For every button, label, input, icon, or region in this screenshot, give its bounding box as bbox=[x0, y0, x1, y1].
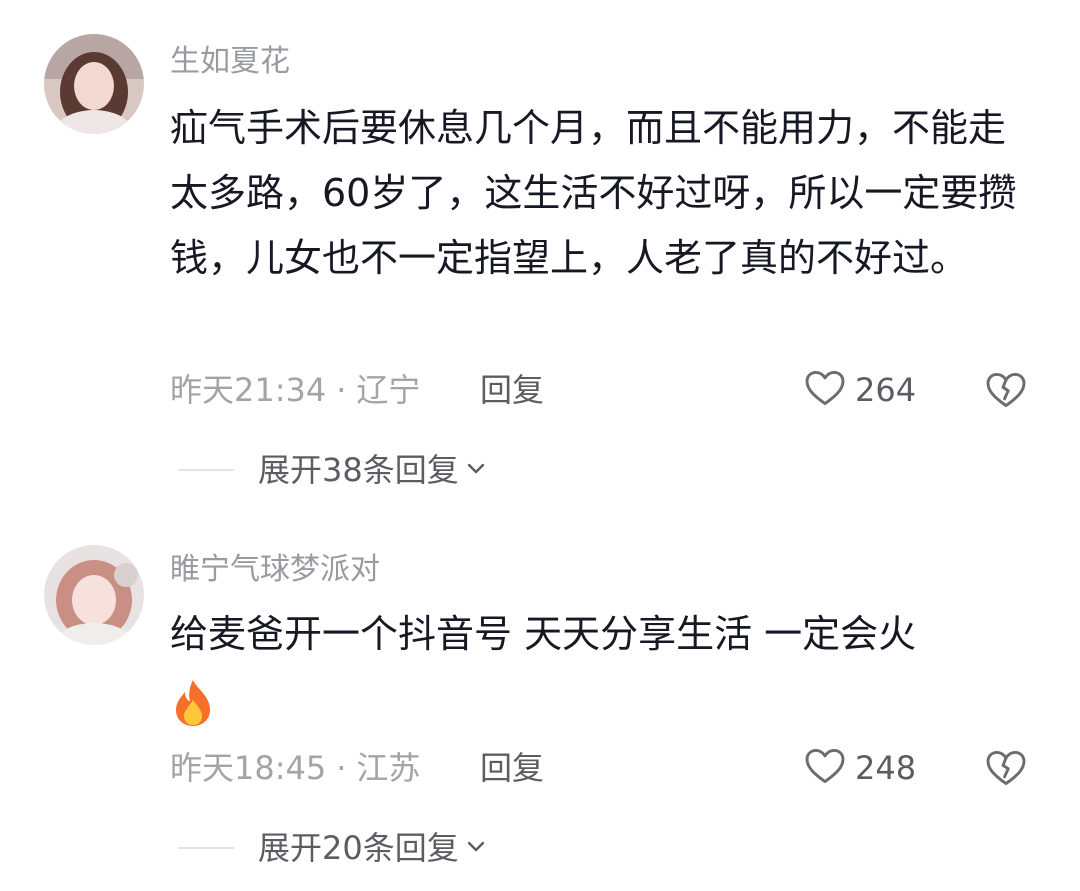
comment-item: 睢宁气球梦派对 给麦爸开一个抖音号 天天分享生活 一定会火 昨天18:45 · 江苏… bbox=[0, 0, 1080, 891]
username[interactable]: 睢宁气球梦派对 bbox=[170, 550, 380, 590]
timestamp: 昨天18:45 bbox=[170, 749, 327, 787]
broken-heart-icon bbox=[984, 750, 1028, 794]
chevron-down-icon bbox=[465, 835, 487, 861]
dislike-button[interactable] bbox=[984, 746, 1028, 790]
location: 江苏 bbox=[356, 749, 421, 787]
expand-replies-button[interactable]: 展开20条回复 bbox=[178, 828, 487, 868]
expand-replies-label: 展开20条回复 bbox=[258, 829, 459, 867]
like-count: 248 bbox=[855, 749, 917, 787]
reply-button[interactable]: 回复 bbox=[480, 748, 544, 788]
comment-meta: 昨天18:45 · 江苏 bbox=[170, 748, 420, 788]
fire-emoji bbox=[170, 678, 216, 728]
avatar[interactable] bbox=[44, 545, 144, 645]
divider-line bbox=[178, 847, 234, 849]
separator: · bbox=[336, 749, 347, 787]
heart-icon bbox=[803, 744, 847, 792]
like-button[interactable]: 248 bbox=[803, 746, 916, 790]
comment-text: 给麦爸开一个抖音号 天天分享生活 一定会火 bbox=[170, 612, 917, 656]
